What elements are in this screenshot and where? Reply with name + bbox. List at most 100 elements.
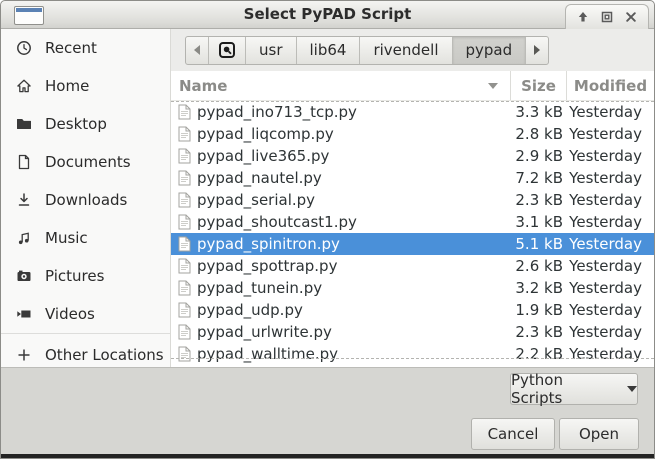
home-icon <box>16 78 32 94</box>
file-list: pypad_ino713_tcp.py3.3 kBYesterdaypypad_… <box>171 101 654 367</box>
cancel-button[interactable]: Cancel <box>471 418 555 450</box>
file-modified: Yesterday <box>567 279 654 297</box>
file-name: pypad_tunein.py <box>197 279 511 297</box>
sidebar-item-label: Home <box>45 77 89 95</box>
path-segment-rivendell[interactable]: rivendell <box>360 37 452 64</box>
file-row[interactable]: pypad_tunein.py3.2 kBYesterday <box>171 277 654 299</box>
file-icon <box>178 148 191 164</box>
file-icon <box>178 236 191 252</box>
file-row[interactable]: pypad_udp.py1.9 kBYesterday <box>171 299 654 321</box>
sidebar-separator <box>1 333 170 334</box>
filter-label: Python Scripts <box>511 371 617 407</box>
file-name: pypad_udp.py <box>197 301 511 319</box>
file-size: 2.2 kB <box>511 345 567 363</box>
main-area: Recent Home Desktop DocumentsDownloads Music… <box>1 29 654 367</box>
file-row[interactable]: pypad_urlwrite.py2.3 kBYesterday <box>171 321 654 343</box>
file-modified: Yesterday <box>567 191 654 209</box>
file-modified: Yesterday <box>567 147 654 165</box>
sidebar-item-music[interactable]: Music <box>1 219 170 257</box>
chevron-down-icon <box>627 386 637 392</box>
path-segment-lib64[interactable]: lib64 <box>297 37 361 64</box>
column-header-size[interactable]: Size <box>511 71 567 100</box>
window-controls <box>565 4 649 29</box>
file-icon-cell <box>171 258 197 274</box>
open-button[interactable]: Open <box>559 418 639 450</box>
shade-window-button[interactable] <box>573 7 593 27</box>
window-title: Select PyPAD Script <box>1 5 654 23</box>
column-header-modified[interactable]: Modified <box>567 71 654 100</box>
titlebar[interactable]: Select PyPAD Script <box>1 1 654 29</box>
file-icon <box>178 214 191 230</box>
sidebar-item-label: Desktop <box>45 115 107 133</box>
sidebar-item-label: Music <box>45 229 88 247</box>
sidebar-item-label: Pictures <box>45 267 104 285</box>
file-icon <box>178 280 191 296</box>
file-icon-cell <box>171 302 197 318</box>
file-name: pypad_live365.py <box>197 147 511 165</box>
sidebar-item-pictures[interactable]: Pictures <box>1 257 170 295</box>
file-name: pypad_spottrap.py <box>197 257 511 275</box>
file-size: 3.1 kB <box>511 213 567 231</box>
sidebar-item-other-locations[interactable]: Other Locations <box>1 336 170 367</box>
sidebar-item-label: Other Locations <box>45 346 164 364</box>
sidebar-item-home[interactable]: Home <box>1 67 170 105</box>
filesystem-icon <box>218 41 236 59</box>
file-row[interactable]: pypad_liqcomp.py2.8 kBYesterday <box>171 123 654 145</box>
column-size-label: Size <box>521 77 556 95</box>
file-modified: Yesterday <box>567 301 654 319</box>
path-segment-label: rivendell <box>373 41 438 59</box>
path-back-button[interactable] <box>186 37 209 64</box>
file-row[interactable]: pypad_serial.py2.3 kBYesterday <box>171 189 654 211</box>
path-forward-button[interactable] <box>526 37 548 64</box>
file-icon <box>178 324 191 340</box>
file-size: 2.9 kB <box>511 147 567 165</box>
file-size: 2.3 kB <box>511 191 567 209</box>
sidebar-item-videos[interactable]: Videos <box>1 295 170 333</box>
column-name-label: Name <box>179 77 227 95</box>
file-row[interactable]: pypad_walltime.py2.2 kBYesterday <box>171 343 654 364</box>
folder-icon <box>16 116 32 132</box>
window-bottom-edge <box>1 454 654 458</box>
sidebar-item-recent[interactable]: Recent <box>1 29 170 67</box>
file-size: 7.2 kB <box>511 169 567 187</box>
file-size: 2.3 kB <box>511 323 567 341</box>
list-header: Name Size Modified <box>171 71 654 101</box>
file-name: pypad_liqcomp.py <box>197 125 511 143</box>
file-icon-cell <box>171 236 197 252</box>
shade-window-icon <box>575 9 591 25</box>
file-row[interactable]: pypad_nautel.py7.2 kBYesterday <box>171 167 654 189</box>
document-icon <box>16 154 32 170</box>
file-name: pypad_serial.py <box>197 191 511 209</box>
sidebar-item-desktop[interactable]: Desktop <box>1 105 170 143</box>
path-segment-filesystem-root[interactable] <box>209 37 246 64</box>
file-row[interactable]: pypad_live365.py2.9 kBYesterday <box>171 145 654 167</box>
close-window-icon <box>623 9 639 25</box>
file-icon-cell <box>171 214 197 230</box>
chevron-left-icon <box>194 45 200 55</box>
file-modified: Yesterday <box>567 125 654 143</box>
file-pane: usrlib64 rivendell pypad Name Size Modifie… <box>171 29 654 367</box>
clipped-rows-above-indicator <box>171 101 654 102</box>
file-row[interactable]: pypad_ino713_tcp.py3.3 kBYesterday <box>171 101 654 123</box>
file-icon-cell <box>171 148 197 164</box>
file-icon-cell <box>171 170 197 186</box>
path-segment-label: pypad <box>466 41 513 59</box>
file-row[interactable]: pypad_spottrap.py2.6 kBYesterday <box>171 255 654 277</box>
path-breadcrumb: usrlib64 rivendell pypad <box>185 36 549 65</box>
chevron-right-icon <box>534 45 540 55</box>
camera-icon <box>16 268 32 284</box>
path-segment-pypad[interactable]: pypad <box>453 37 527 64</box>
file-size: 3.2 kB <box>511 279 567 297</box>
column-header-name[interactable]: Name <box>171 71 511 100</box>
file-row[interactable]: pypad_shoutcast1.py3.1 kBYesterday <box>171 211 654 233</box>
path-segment-usr[interactable]: usr <box>246 37 297 64</box>
maximize-window-button[interactable] <box>597 7 617 27</box>
sidebar-item-downloads[interactable]: Downloads <box>1 181 170 219</box>
close-window-button[interactable] <box>621 7 641 27</box>
file-name: pypad_urlwrite.py <box>197 323 511 341</box>
clipped-rows-below-indicator <box>171 358 654 359</box>
video-camera-icon <box>16 306 32 322</box>
file-type-filter-dropdown[interactable]: Python Scripts <box>510 373 638 405</box>
sidebar-item-documents[interactable]: Documents <box>1 143 170 181</box>
file-row-selected[interactable]: pypad_spinitron.py5.1 kBYesterday <box>171 233 654 255</box>
